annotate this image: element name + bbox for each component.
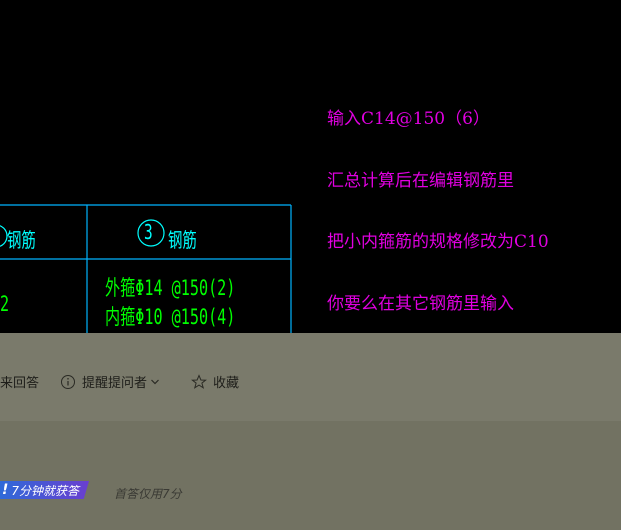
lower-content-area <box>0 421 621 530</box>
col3-value-inner-stirrup: 内箍Φ10 @150(4) <box>105 305 236 329</box>
favorite-button[interactable]: 收藏 <box>191 372 239 391</box>
first-answer-time: 首答仅用7分 <box>114 487 182 501</box>
cad-rebar-table <box>0 204 292 333</box>
col3-value-outer-stirrup: 外箍Φ14 @150(2) <box>105 276 236 300</box>
badge-ribbon: ! 7分钟就获答 <box>0 481 90 499</box>
badge-text: 7分钟就获答 <box>11 483 80 498</box>
favorite-label: 收藏 <box>213 376 240 391</box>
col2-header: 钢筋 <box>7 228 36 252</box>
answer-button-label: 来回答 <box>0 376 40 391</box>
partial-circle-marker <box>0 225 8 247</box>
col3-header: 钢筋 <box>168 228 197 252</box>
remind-asker-button[interactable]: 提醒提问者 <box>60 372 160 391</box>
info-circle-icon <box>60 374 76 390</box>
remind-asker-label: 提醒提问者 <box>82 376 148 391</box>
badge-exclamation-icon: ! <box>2 482 9 498</box>
chevron-down-icon <box>150 377 160 387</box>
answer-button[interactable]: 来回答 <box>0 372 39 391</box>
quick-answer-badge: ! 7分钟就获答 <box>0 480 90 500</box>
star-icon <box>191 373 207 390</box>
circle-number-3: 3 <box>144 220 153 244</box>
cad-drawing-area: 输入C14@150（6） 汇总计算后在编辑钢筋里 把小内箍筋的规格修改为C10 … <box>0 0 621 333</box>
col2-value: 2 <box>0 292 10 316</box>
